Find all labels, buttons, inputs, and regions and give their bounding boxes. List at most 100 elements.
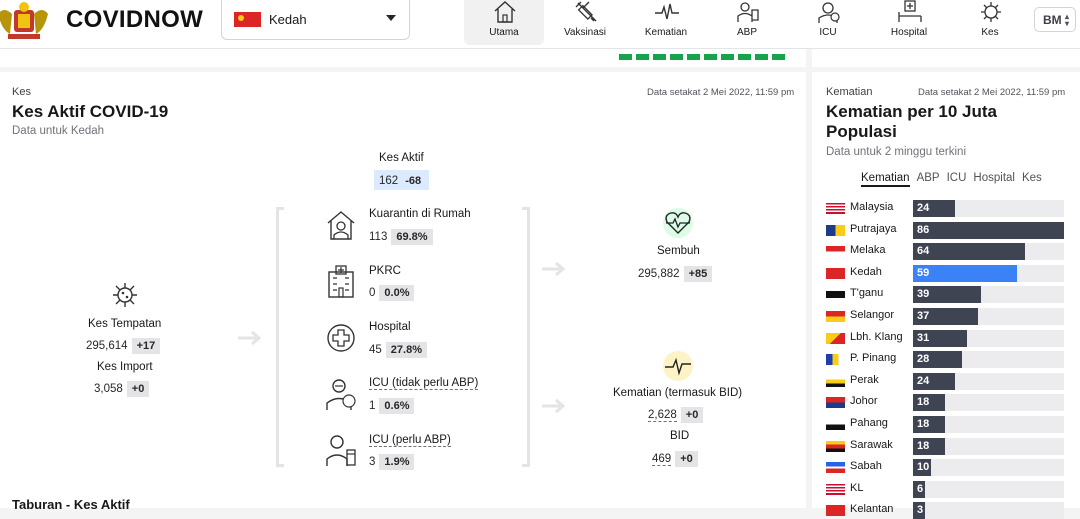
ranking-row: Kedah 59 [826, 264, 1066, 282]
flow-arrow-icon [238, 330, 262, 346]
state-flag-icon [826, 354, 845, 366]
ranking-bar-value: 18 [917, 439, 930, 452]
ranking-bar: 31 [913, 329, 968, 347]
ranking-bar-value: 28 [917, 353, 930, 366]
local-cases-value: 295,614 [86, 340, 128, 352]
ranking-state-name: Sabah [850, 460, 882, 473]
nav-icu[interactable]: ICU [788, 0, 868, 45]
nav-kes[interactable]: Kes [950, 0, 1030, 45]
state-flag-icon [826, 311, 845, 322]
ranking-bar-track: 39 [913, 286, 1064, 304]
ranking-bar-value: 10 [917, 461, 930, 474]
state-flag-icon [826, 462, 845, 474]
language-select[interactable]: BM ▴ ▾ [1034, 7, 1076, 32]
tab-abp[interactable]: ABP [917, 172, 940, 184]
local-cases-delta: +17 [131, 338, 161, 354]
ranking-bar-track: 10 [913, 459, 1064, 477]
brand-title[interactable]: COVIDNOW [66, 6, 203, 34]
active-cases-delta: -68 [402, 174, 425, 188]
breakdown-value: 3 [369, 456, 376, 468]
ranking-bar-track: 59 [913, 264, 1064, 282]
previous-card-bottom-right [812, 49, 1080, 67]
recovered-label: Sembuh [657, 245, 700, 257]
state-dropdown-value: Kedah [269, 12, 307, 27]
deaths-value[interactable]: 2,628 [648, 409, 677, 422]
ranking-bar: 18 [913, 437, 945, 455]
deaths-delta: +0 [680, 407, 704, 423]
tab-hospital[interactable]: Hospital [973, 172, 1015, 184]
ranking-bar-value: 64 [917, 245, 930, 258]
pkrc-building-icon [328, 265, 354, 298]
data-timestamp: Data setakat 2 Mei 2022, 11:59 pm [647, 87, 795, 98]
data-timestamp: Data setakat 2 Mei 2022, 11:59 pm [918, 87, 1066, 98]
syringe-icon [575, 1, 597, 22]
virus-icon [981, 2, 1001, 22]
flow-arrow-icon [542, 261, 566, 277]
nav-hospital[interactable]: Hospital [869, 0, 949, 45]
bid-value[interactable]: 469 [652, 453, 672, 466]
ranking-bar-track: 6 [913, 480, 1064, 498]
card-title: Kematian per 10 Juta Populasi [826, 102, 998, 141]
tab-icu[interactable]: ICU [947, 172, 967, 184]
nav-kematian[interactable]: Kematian [626, 0, 706, 45]
ranking-bar: 86 [913, 221, 1064, 239]
ranking-state-name: Kedah [850, 265, 882, 278]
ranking-bar-track: 3 [913, 502, 1064, 519]
breakdown-label[interactable]: ICU (perlu ABP) [369, 434, 451, 447]
nav-vaksinasi[interactable]: Vaksinasi [545, 0, 625, 45]
card-title: Kes Aktif COVID-19 [12, 102, 169, 121]
ranking-bar: 18 [913, 416, 945, 433]
ranking-row: KL 6 [826, 480, 1066, 498]
nav-label: Kes [981, 27, 999, 38]
section-eyebrow: Kes [12, 86, 31, 98]
ranking-bar-track: 24 [913, 372, 1064, 390]
ranking-bar: 39 [913, 286, 982, 304]
card-subtitle: Data untuk 2 minggu terkini [826, 146, 966, 158]
ranking-bar: 24 [913, 200, 956, 217]
nav-abp[interactable]: ABP [707, 0, 787, 45]
ranking-row: Sabah 10 [826, 459, 1066, 477]
deaths-figures: 2,628 +0 [648, 405, 704, 423]
malaysia-coat-of-arms-logo[interactable] [0, 0, 52, 40]
tab-kematian[interactable]: Kematian [861, 172, 910, 187]
state-flag-icon [826, 224, 845, 236]
ranking-bar-value: 59 [917, 266, 930, 279]
active-cases-figures: 162 -68 [374, 170, 430, 190]
ranking-state-name: Sarawak [850, 438, 893, 451]
ranking-state-name: Lbh. Klang [850, 330, 903, 343]
state-flag-icon [826, 419, 845, 430]
home-quarantine-icon [327, 211, 355, 240]
ranking-row: Lbh. Klang 31 [826, 329, 1066, 347]
breakdown-figures: 1 0.6% [369, 396, 415, 414]
ranking-row: T'ganu 39 [826, 286, 1066, 304]
recovered-value: 295,882 [638, 268, 680, 280]
ranking-state-name: T'ganu [850, 287, 884, 300]
hospital-bed-icon [898, 0, 922, 22]
ranking-row: Selangor 37 [826, 308, 1066, 325]
nav-label: Vaksinasi [563, 27, 607, 38]
bracket-left-divider [276, 207, 284, 467]
state-dropdown[interactable]: Kedah [221, 0, 410, 40]
virus-icon [113, 283, 137, 307]
ranking-bar: 24 [913, 372, 956, 390]
state-flag-icon [826, 332, 845, 344]
bid-label: BID [670, 430, 690, 442]
breakdown-label[interactable]: ICU (tidak perlu ABP) [369, 377, 479, 390]
state-flag-icon [826, 440, 845, 452]
ranking-bar-value: 86 [917, 223, 930, 236]
state-flag-icon [826, 289, 845, 301]
ranking-bar-track: 24 [913, 200, 1064, 217]
bid-delta: +0 [675, 451, 698, 467]
breakdown-value: 1 [369, 400, 376, 412]
local-cases-label: Kes Tempatan [88, 318, 162, 330]
progress-indicator-strip [619, 47, 793, 60]
updown-arrows-icon: ▴ ▾ [1064, 12, 1069, 28]
ranking-bar-value: 3 [917, 504, 924, 517]
nav-utama[interactable]: Utama [464, 0, 544, 45]
ranking-row: Johor 18 [826, 394, 1066, 412]
bracket-right-divider [522, 207, 530, 467]
tab-kes[interactable]: Kes [1022, 172, 1042, 184]
state-flag-icon [826, 483, 845, 495]
icu-patient-icon [326, 379, 356, 410]
section-eyebrow: Kematian [826, 86, 873, 98]
